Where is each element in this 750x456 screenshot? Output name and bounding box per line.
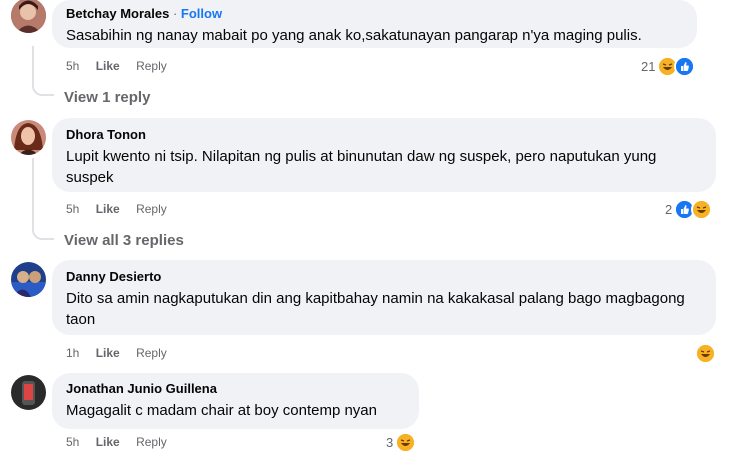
timestamp[interactable]: 5h: [66, 59, 79, 73]
comment-bubble: Jonathan Junio Guillena Magagalit c mada…: [52, 373, 419, 429]
comment-text: Magagalit c madam chair at boy contemp n…: [66, 402, 377, 419]
comment-actions: 5h Like Reply: [66, 59, 180, 73]
reaction-count: 3: [386, 435, 394, 450]
comment-bubble: Dhora Tonon Lupit kwento ni tsip. Nilapi…: [52, 118, 716, 192]
follow-link[interactable]: Follow: [181, 6, 222, 21]
view-replies-link[interactable]: View 1 reply: [64, 89, 150, 106]
like-button[interactable]: Like: [96, 59, 120, 73]
like-button[interactable]: Like: [96, 346, 120, 360]
thread-line: [32, 46, 54, 96]
comment-actions: 5h Like Reply: [66, 435, 180, 449]
haha-icon: [395, 432, 417, 453]
comment-actions: 5h Like Reply: [66, 202, 180, 216]
view-replies-link[interactable]: View all 3 replies: [64, 232, 184, 249]
separator: ·: [172, 6, 178, 21]
reactions[interactable]: 21: [641, 56, 696, 77]
author-name[interactable]: Dhora Tonon: [66, 127, 704, 143]
thread-line: [32, 158, 54, 240]
author-line: Betchay Morales · Follow: [66, 6, 685, 22]
author-name[interactable]: Danny Desierto: [66, 269, 704, 285]
author-name[interactable]: Jonathan Junio Guillena: [66, 381, 407, 397]
comment-text: Lupit kwento ni tsip. Nilapitan ng pulis…: [66, 148, 657, 186]
reactions[interactable]: 2: [665, 199, 713, 220]
comment-bubble: Danny Desierto Dito sa amin nagkaputukan…: [52, 260, 716, 335]
comment-actions: 1h Like Reply: [66, 346, 180, 360]
haha-icon: [691, 199, 713, 220]
reply-button[interactable]: Reply: [136, 59, 167, 73]
reactions[interactable]: 3: [386, 432, 417, 453]
timestamp[interactable]: 5h: [66, 202, 79, 216]
timestamp[interactable]: 5h: [66, 435, 79, 449]
reactions[interactable]: [693, 343, 716, 364]
like-button[interactable]: Like: [96, 202, 120, 216]
reply-button[interactable]: Reply: [136, 435, 167, 449]
like-icon: [674, 56, 696, 77]
avatar[interactable]: [11, 0, 46, 33]
comment-bubble: Betchay Morales · Follow Sasabihin ng na…: [52, 0, 697, 48]
reaction-count: 21: [641, 59, 656, 74]
avatar[interactable]: [11, 120, 46, 155]
like-button[interactable]: Like: [96, 435, 120, 449]
comment-text: Dito sa amin nagkaputukan din ang kapitb…: [66, 290, 685, 328]
timestamp[interactable]: 1h: [66, 346, 79, 360]
avatar[interactable]: [11, 375, 46, 410]
avatar[interactable]: [11, 262, 46, 297]
author-name[interactable]: Betchay Morales: [66, 6, 169, 21]
reply-button[interactable]: Reply: [136, 346, 167, 360]
comment-text: Sasabihin ng nanay mabait po yang anak k…: [66, 27, 642, 44]
reply-button[interactable]: Reply: [136, 202, 167, 216]
haha-icon: [695, 343, 716, 364]
reaction-count: 2: [665, 202, 673, 217]
